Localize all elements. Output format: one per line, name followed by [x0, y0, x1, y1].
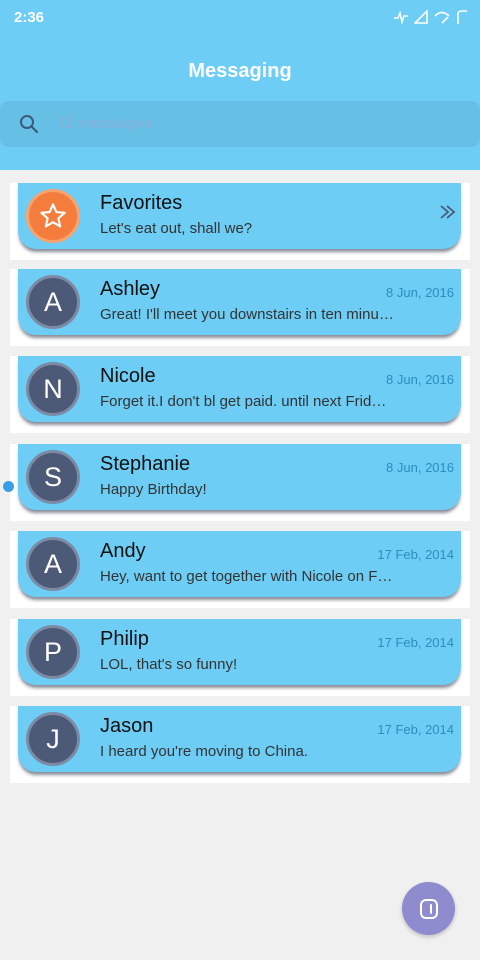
conversation-card[interactable]: Favorites Let's eat out, shall we? — [18, 183, 461, 249]
conversation-row[interactable]: A Ashley 8 Jun, 2016 Great! I'll meet yo… — [10, 269, 470, 346]
page-title: Messaging — [188, 60, 292, 82]
message-snippet: Let's eat out, shall we? — [100, 220, 253, 237]
contact-name: Stephanie — [100, 453, 191, 475]
message-date: 17 Feb, 2014 — [377, 547, 454, 562]
favorites-avatar — [26, 189, 80, 243]
wifi-icon — [434, 11, 450, 24]
unread-dot — [3, 481, 14, 492]
avatar: A — [26, 537, 80, 591]
conversation-row[interactable]: P Philip 17 Feb, 2014 LOL, that's so fun… — [10, 619, 470, 696]
status-bar: 2:36 — [0, 0, 480, 34]
contact-name: Jason — [100, 715, 154, 737]
message-snippet: Great! I'll meet you downstairs in ten m… — [100, 306, 394, 323]
contact-name: Andy — [100, 540, 146, 562]
conversation-row[interactable]: S Stephanie 8 Jun, 2016 Happy Birthday! — [3, 444, 470, 521]
signal-icon — [414, 10, 428, 24]
avatar: N — [26, 362, 80, 416]
message-date: 8 Jun, 2016 — [386, 372, 454, 387]
contact-name: Ashley — [100, 278, 161, 300]
message-snippet: Hey, want to get together with Nicole on… — [100, 568, 393, 585]
star-icon — [40, 203, 66, 228]
message-date: 17 Feb, 2014 — [377, 722, 454, 737]
avatar: S — [26, 450, 80, 504]
conversation-card[interactable]: A Ashley 8 Jun, 2016 Great! I'll meet yo… — [18, 269, 461, 335]
message-snippet: I heard you're moving to China. — [100, 743, 308, 760]
conversation-card[interactable]: J Jason 17 Feb, 2014 I heard you're movi… — [18, 706, 461, 772]
conversation-row[interactable]: N Nicole 8 Jun, 2016 Forget it.I don't b… — [10, 356, 470, 433]
conversation-card[interactable]: N Nicole 8 Jun, 2016 Forget it.I don't b… — [18, 356, 461, 422]
avatar: J — [26, 712, 80, 766]
message-date: 8 Jun, 2016 — [386, 285, 454, 300]
status-icons — [394, 7, 468, 27]
message-snippet: LOL, that's so funny! — [100, 656, 238, 673]
app-header: 2:36 Messaging — [0, 0, 480, 170]
message-date: 8 Jun, 2016 — [386, 460, 454, 475]
contact-name: Nicole — [100, 365, 156, 387]
conversation-card[interactable]: P Philip 17 Feb, 2014 LOL, that's so fun… — [18, 619, 461, 685]
search-bar[interactable] — [0, 101, 480, 147]
conversation-row[interactable]: A Andy 17 Feb, 2014 Hey, want to get tog… — [10, 531, 470, 608]
contact-name: Favorites — [100, 192, 183, 214]
conversation-card[interactable]: A Andy 17 Feb, 2014 Hey, want to get tog… — [18, 531, 461, 597]
compose-icon — [419, 898, 438, 919]
avatar: A — [26, 275, 80, 329]
avatar: P — [26, 625, 80, 679]
compose-button[interactable] — [402, 882, 455, 935]
conversation-row-favorites[interactable]: Favorites Let's eat out, shall we? — [10, 183, 470, 260]
message-snippet: Forget it.I don't bl get paid. until nex… — [100, 393, 387, 410]
message-date: 17 Feb, 2014 — [377, 635, 454, 650]
status-time: 2:36 — [14, 9, 45, 26]
conversation-row[interactable]: J Jason 17 Feb, 2014 I heard you're movi… — [10, 706, 470, 783]
contact-name: Philip — [100, 628, 149, 650]
message-snippet: Happy Birthday! — [100, 481, 207, 498]
double-chevron-right-icon[interactable] — [439, 203, 459, 221]
conversation-card[interactable]: S Stephanie 8 Jun, 2016 Happy Birthday! — [18, 444, 461, 510]
activity-icon — [394, 10, 408, 24]
search-icon[interactable] — [19, 114, 39, 134]
search-input[interactable] — [58, 109, 458, 139]
battery-icon — [457, 10, 467, 24]
